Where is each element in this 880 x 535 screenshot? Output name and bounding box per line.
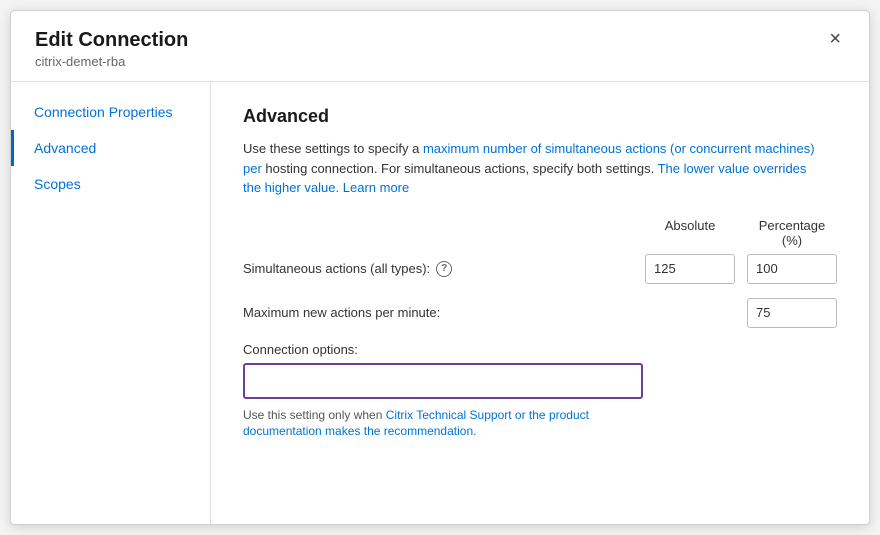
simultaneous-actions-help-icon[interactable]: ? [436, 261, 452, 277]
sidebar-item-advanced[interactable]: Advanced [11, 130, 210, 166]
col-headers: Absolute Percentage (%) [243, 218, 837, 248]
dialog-subtitle: citrix-demet-rba [35, 54, 188, 69]
title-block: Edit Connection citrix-demet-rba [35, 29, 188, 69]
col-header-absolute: Absolute [645, 218, 735, 248]
connection-options-hint-highlight: Citrix Technical Support or the product … [243, 408, 589, 439]
simultaneous-actions-label: Simultaneous actions (all types): ? [243, 261, 645, 277]
description: Use these settings to specify a maximum … [243, 139, 823, 198]
max-new-actions-inputs [747, 298, 837, 328]
max-new-actions-label: Maximum new actions per minute: [243, 305, 747, 320]
main-content: Advanced Use these settings to specify a… [211, 82, 869, 524]
edit-connection-dialog: Edit Connection citrix-demet-rba × Conne… [10, 10, 870, 525]
close-button[interactable]: × [825, 29, 845, 49]
col-header-percentage: Percentage (%) [747, 218, 837, 248]
dialog-title: Edit Connection [35, 29, 188, 52]
dialog-body: Connection Properties Advanced Scopes Ad… [11, 82, 869, 524]
section-title: Advanced [243, 106, 837, 127]
connection-options-label: Connection options: [243, 342, 837, 357]
sidebar-item-connection-properties[interactable]: Connection Properties [11, 94, 210, 130]
dialog-header: Edit Connection citrix-demet-rba × [11, 11, 869, 82]
sidebar: Connection Properties Advanced Scopes [11, 82, 211, 524]
simultaneous-actions-percentage-input[interactable] [747, 254, 837, 284]
connection-options-input[interactable] [243, 363, 643, 399]
max-new-actions-absolute-input[interactable] [747, 298, 837, 328]
simultaneous-actions-absolute-input[interactable] [645, 254, 735, 284]
connection-options-hint: Use this setting only when Citrix Techni… [243, 407, 643, 441]
description-highlight2: The lower value overrides the higher val… [243, 161, 806, 196]
connection-options-section: Connection options: Use this setting onl… [243, 342, 837, 441]
sidebar-item-scopes[interactable]: Scopes [11, 166, 210, 202]
max-new-actions-row: Maximum new actions per minute: [243, 298, 837, 328]
simultaneous-actions-inputs [645, 254, 837, 284]
fields-section: Absolute Percentage (%) Simultaneous act… [243, 218, 837, 328]
learn-more-link[interactable]: Learn more [343, 180, 409, 195]
simultaneous-actions-row: Simultaneous actions (all types): ? [243, 254, 837, 284]
